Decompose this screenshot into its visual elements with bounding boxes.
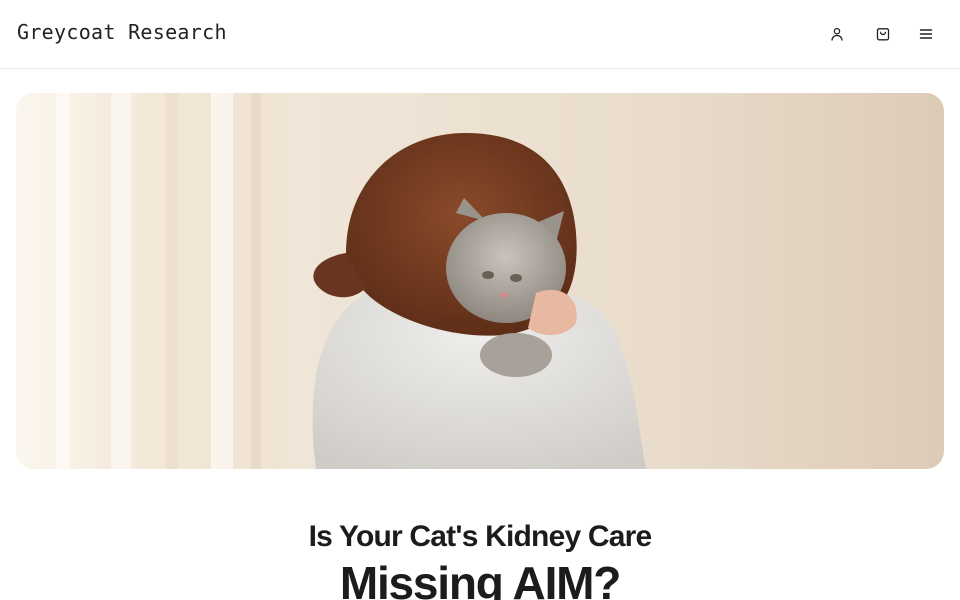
cart-icon[interactable] <box>872 23 894 45</box>
menu-icon[interactable] <box>915 23 937 45</box>
woman-hugging-cat-illustration <box>16 93 944 469</box>
hero-title: Is Your Cat's Kidney Care Missing AIM? <box>0 518 960 600</box>
brand-logo-text[interactable]: Greycoat Research <box>17 20 227 44</box>
headline-line1: Is Your Cat's Kidney Care <box>308 520 653 553</box>
site-header: Greycoat Research <box>0 0 960 69</box>
hero-image <box>16 93 944 469</box>
account-icon[interactable] <box>826 23 848 45</box>
headline-line2: Missing AIM? <box>339 557 622 600</box>
